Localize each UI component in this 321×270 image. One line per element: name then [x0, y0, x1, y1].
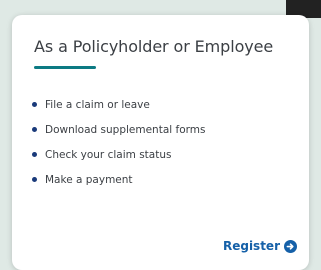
list-item: File a claim or leave — [32, 95, 205, 114]
title-underline — [34, 66, 96, 69]
register-link[interactable]: Register — [223, 239, 297, 253]
feature-list: File a claim or leave Download supplemen… — [32, 95, 205, 195]
list-item-label: Download supplemental forms — [45, 123, 206, 136]
bullet-icon — [32, 177, 37, 182]
policyholder-card: As a Policyholder or Employee File a cla… — [12, 15, 309, 270]
list-item-label: File a claim or leave — [45, 98, 150, 111]
list-item-label: Check your claim status — [45, 148, 172, 161]
card-title: As a Policyholder or Employee — [34, 37, 274, 56]
list-item: Download supplemental forms — [32, 120, 205, 139]
bullet-icon — [32, 152, 37, 157]
bullet-icon — [32, 127, 37, 132]
register-label: Register — [222, 239, 280, 253]
bullet-icon — [32, 102, 37, 107]
list-item-label: Make a payment — [45, 173, 133, 186]
arrow-right-circle-icon — [284, 239, 297, 253]
list-item: Make a payment — [32, 170, 205, 189]
list-item: Check your claim status — [32, 145, 205, 164]
